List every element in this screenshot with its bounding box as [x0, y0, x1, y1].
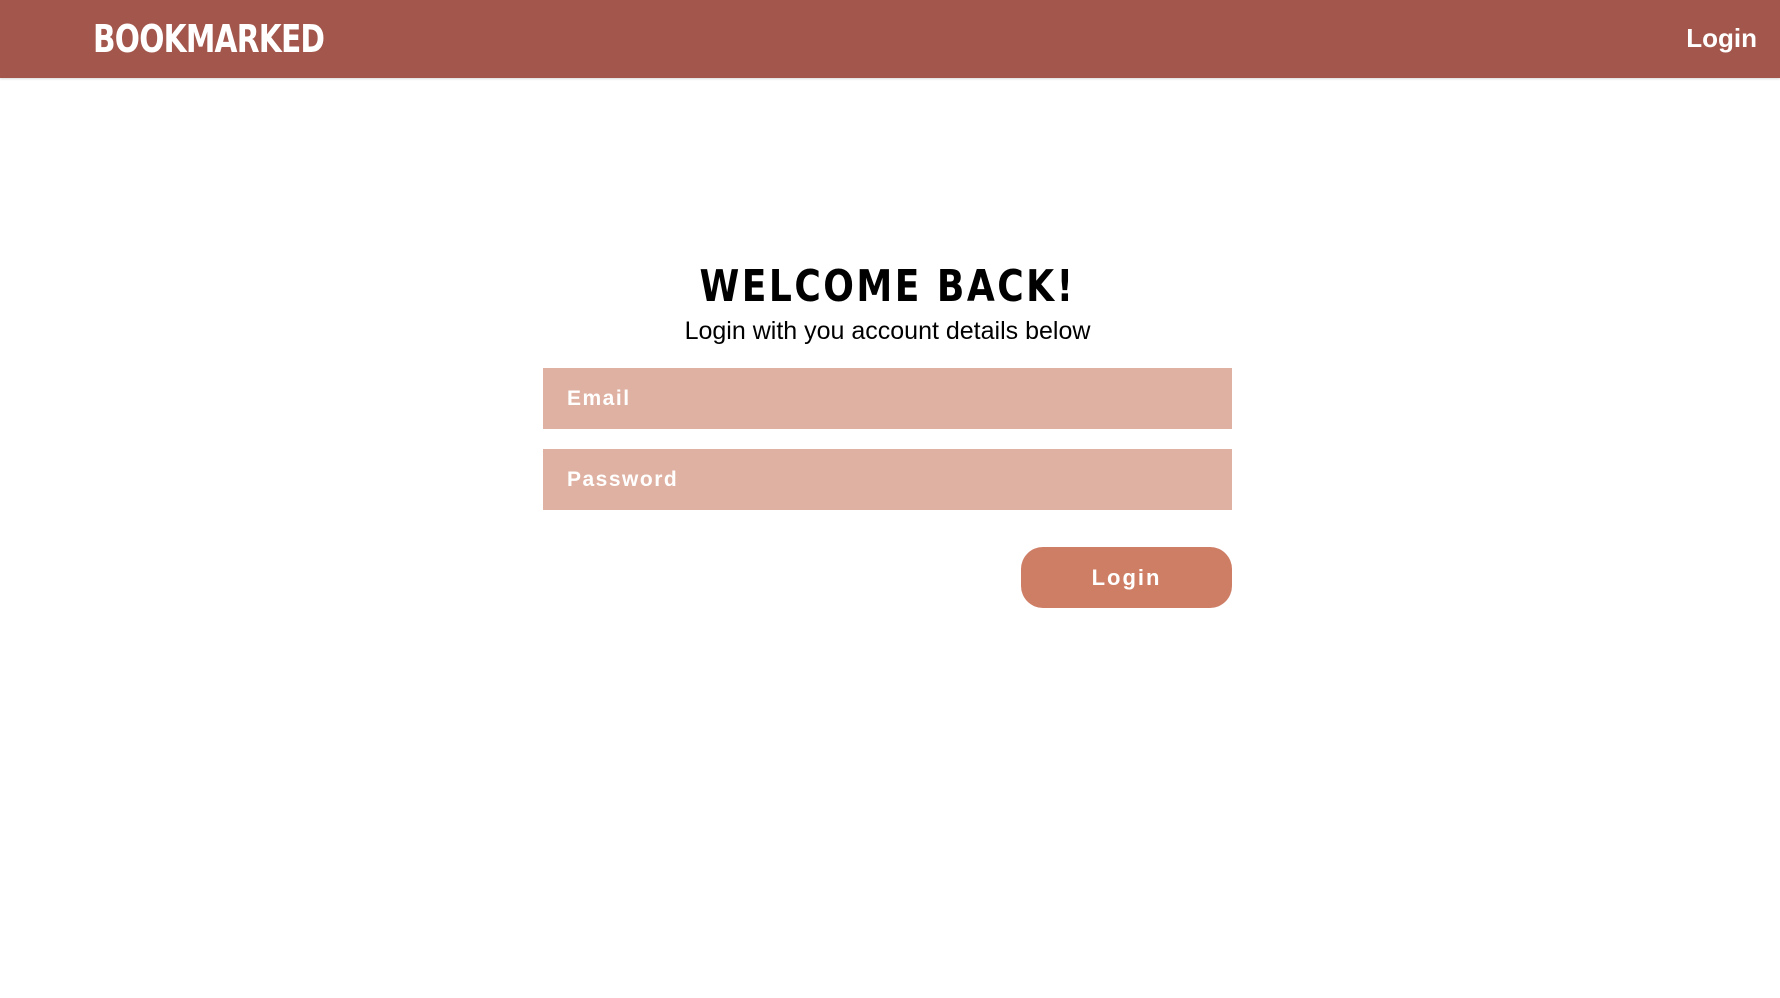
- login-card: WELCOME BACK! Login with you account det…: [543, 262, 1232, 608]
- page-title: WELCOME BACK!: [699, 261, 1076, 312]
- email-input[interactable]: [543, 368, 1232, 429]
- page-subtitle: Login with you account details below: [684, 317, 1091, 345]
- password-input[interactable]: [543, 449, 1232, 510]
- top-navbar: BOOKMARKED Login: [0, 0, 1780, 78]
- nav-login-link[interactable]: Login: [1686, 22, 1757, 54]
- form-actions: Login: [543, 547, 1232, 608]
- brand-logo[interactable]: BOOKMARKED: [93, 16, 325, 62]
- login-button[interactable]: Login: [1021, 547, 1232, 608]
